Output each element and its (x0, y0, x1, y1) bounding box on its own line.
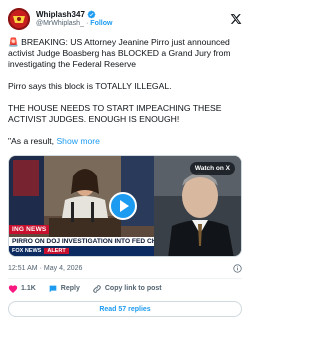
post-header: Whiplash347 @MrWhiplash_ · Follow (8, 6, 242, 32)
watch-label: Watch on X (194, 165, 230, 172)
video-media[interactable]: ING NEWS PIRRO ON DOJ INVESTIGATION INTO… (8, 155, 242, 257)
post-text: 🚨 BREAKING: US Attorney Jeanine Pirro ju… (8, 37, 242, 147)
post-paragraph: THE HOUSE NEEDS TO START IMPEACHING THES… (8, 103, 222, 124)
author-name-row: Whiplash347 (36, 10, 230, 19)
reply-icon (49, 285, 57, 292)
news-ticker: FOX NEWS ALERT (9, 246, 154, 256)
heart-icon (8, 284, 18, 293)
show-more-link[interactable]: Show more (56, 136, 99, 146)
author-handle-row: @MrWhiplash_ · Follow (36, 20, 230, 28)
copy-link-label: Copy link to post (104, 285, 162, 292)
author-handle[interactable]: @MrWhiplash_ (36, 20, 84, 28)
link-icon (93, 284, 101, 293)
author-info: Whiplash347 @MrWhiplash_ · Follow (36, 10, 230, 27)
read-replies-button[interactable]: Read 57 replies (8, 301, 242, 317)
network-tag: FOX NEWS (9, 248, 45, 254)
x-logo-icon[interactable] (230, 13, 242, 25)
reply-button[interactable]: Reply (48, 284, 80, 294)
reply-label: Reply (60, 285, 80, 292)
play-icon (119, 200, 129, 212)
play-button[interactable] (109, 192, 137, 220)
follow-button[interactable]: Follow (90, 20, 112, 28)
alert-tag: ALERT (44, 248, 69, 254)
post-paragraph-truncated: "As a result, Show more (8, 136, 242, 147)
embedded-post-card: Whiplash347 @MrWhiplash_ · Follow 🚨 BREA… (0, 0, 250, 339)
breaking-news-banner: ING NEWS (9, 225, 50, 234)
video-frame-right: Watch on X (154, 156, 241, 256)
read-replies-label: Read 57 replies (99, 305, 151, 313)
author-name[interactable]: Whiplash347 (36, 10, 85, 19)
handle-separator: · (85, 19, 89, 27)
verified-badge-icon (87, 11, 96, 19)
meta-separator: · (39, 265, 42, 272)
post-paragraph-text: "As a result, (8, 136, 55, 146)
post-paragraph: Pirro says this block is TOTALLY ILLEGAL… (8, 81, 172, 91)
post-paragraph: 🚨 BREAKING: US Attorney Jeanine Pirro ju… (8, 37, 231, 69)
avatar[interactable] (8, 8, 30, 30)
like-button[interactable]: 1.1K (8, 284, 36, 294)
copy-link-button[interactable]: Copy link to post (92, 284, 162, 294)
avatar-image (8, 8, 30, 30)
like-count: 1.1K (21, 285, 36, 292)
info-icon[interactable] (233, 264, 242, 273)
post-meta: 12:51 AM · May 4, 2026 (8, 264, 242, 273)
post-time[interactable]: 12:51 AM (8, 265, 38, 272)
post-date[interactable]: May 4, 2026 (44, 265, 83, 272)
action-bar: 1.1K Reply Copy link to post (8, 279, 242, 298)
news-headline: PIRRO ON DOJ INVESTIGATION INTO FED CH (9, 237, 154, 246)
watch-on-x-button[interactable]: Watch on X (189, 162, 235, 175)
